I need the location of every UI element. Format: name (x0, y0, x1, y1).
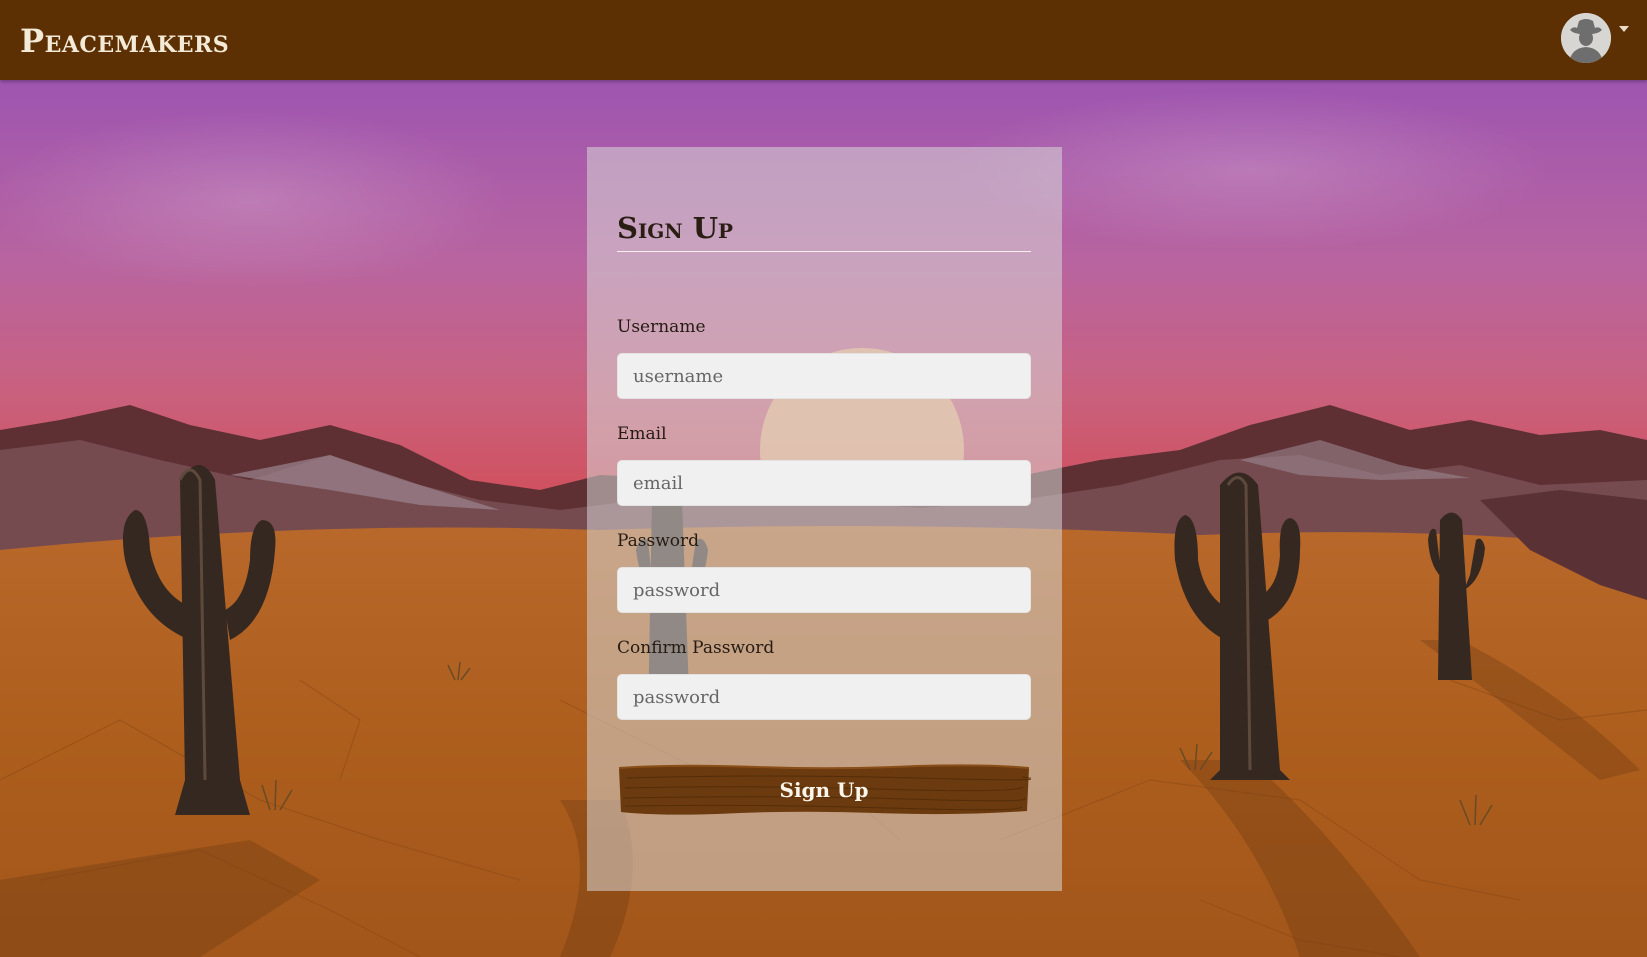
username-label: Username (617, 317, 706, 337)
confirm-password-label: Confirm Password (617, 638, 775, 658)
password-input[interactable] (617, 567, 1031, 613)
caret-down-icon[interactable] (1619, 26, 1629, 32)
password-label: Password (617, 531, 700, 551)
top-navbar: Peacemakers (0, 0, 1647, 80)
brand-logo[interactable]: Peacemakers (20, 22, 229, 60)
username-input[interactable] (617, 353, 1031, 399)
signup-button[interactable]: Sign Up (617, 764, 1031, 816)
signup-button-label: Sign Up (779, 778, 869, 802)
user-menu-toggle[interactable] (1561, 13, 1629, 67)
confirm-password-input[interactable] (617, 674, 1031, 720)
cowboy-avatar-icon[interactable] (1561, 13, 1611, 63)
title-divider (617, 251, 1031, 252)
form-title: Sign Up (617, 211, 734, 245)
email-input[interactable] (617, 460, 1031, 506)
email-label: Email (617, 424, 667, 444)
signup-form: Sign Up Username Email Password Confirm … (587, 147, 1062, 891)
